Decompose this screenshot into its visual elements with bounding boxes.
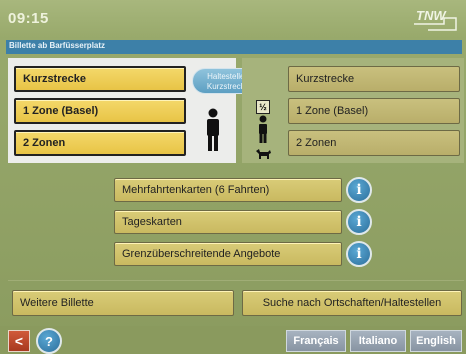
mehrfahrtenkarten-button[interactable]: Mehrfahrtenkarten (6 Fahrten) xyxy=(114,178,342,202)
child-person-icon xyxy=(259,115,267,143)
button-label: Kurzstrecke xyxy=(23,73,86,85)
tageskarten-button[interactable]: Tageskarten xyxy=(114,210,342,234)
button-label: Suche nach Ortschaften/Haltestellen xyxy=(262,297,442,309)
location-title-bar: Billette ab Barfüsserplatz xyxy=(6,40,462,54)
language-label: English xyxy=(416,335,456,347)
help-button[interactable]: ? xyxy=(36,328,62,354)
top-bar: 09:15 TNW xyxy=(0,0,466,38)
language-label: Français xyxy=(293,335,339,347)
adult-1-zone-button[interactable]: 1 Zone (Basel) xyxy=(14,98,186,124)
language-english-button[interactable]: English xyxy=(410,330,462,352)
half-fare-icon: ½ xyxy=(256,100,270,114)
location-title: Billette ab Barfüsserplatz xyxy=(9,41,106,50)
help-icon: ? xyxy=(45,333,53,349)
language-italian-button[interactable]: Italiano xyxy=(350,330,406,352)
button-label: 2 Zonen xyxy=(296,137,337,149)
info-icon[interactable]: i xyxy=(346,177,372,203)
language-label: Italiano xyxy=(358,335,398,347)
button-label: Mehrfahrtenkarten (6 Fahrten) xyxy=(122,184,270,196)
reduced-kurzstrecke-button[interactable]: Kurzstrecke xyxy=(288,66,460,92)
divider xyxy=(8,280,464,281)
button-label: Weitere Billette xyxy=(20,297,94,309)
adult-2-zonen-button[interactable]: 2 Zonen xyxy=(14,130,186,156)
clock-time: 09:15 xyxy=(8,10,49,27)
tnw-logo: TNW xyxy=(414,8,457,31)
reduced-2-zonen-button[interactable]: 2 Zonen xyxy=(288,130,460,156)
weitere-billette-button[interactable]: Weitere Billette xyxy=(12,290,234,316)
back-arrow-icon: < xyxy=(14,333,24,349)
grenzueberschreitende-button[interactable]: Grenzüberschreitende Angebote xyxy=(114,242,342,266)
reduced-1-zone-button[interactable]: 1 Zone (Basel) xyxy=(288,98,460,124)
button-label: 1 Zone (Basel) xyxy=(296,105,369,117)
ticket-machine-screen: 09:15 TNW Billette ab Barfüsserplatz Kur… xyxy=(0,0,466,354)
back-button[interactable]: < xyxy=(8,330,30,352)
button-label: Tageskarten xyxy=(122,216,182,228)
info-icon[interactable]: i xyxy=(346,209,372,235)
language-french-button[interactable]: Français xyxy=(286,330,346,352)
button-label: Kurzstrecke xyxy=(296,73,355,85)
search-locations-button[interactable]: Suche nach Ortschaften/Haltestellen xyxy=(242,290,462,316)
button-label: 1 Zone (Basel) xyxy=(23,105,99,117)
half-label: ½ xyxy=(259,102,267,112)
button-label: 2 Zonen xyxy=(23,137,66,149)
adult-kurzstrecke-button[interactable]: Kurzstrecke xyxy=(14,66,186,92)
dog-icon xyxy=(256,149,271,159)
logo-text: TNW xyxy=(416,8,447,23)
info-icon[interactable]: i xyxy=(346,241,372,267)
button-label: Grenzüberschreitende Angebote xyxy=(122,248,281,260)
adult-person-icon xyxy=(207,108,219,151)
